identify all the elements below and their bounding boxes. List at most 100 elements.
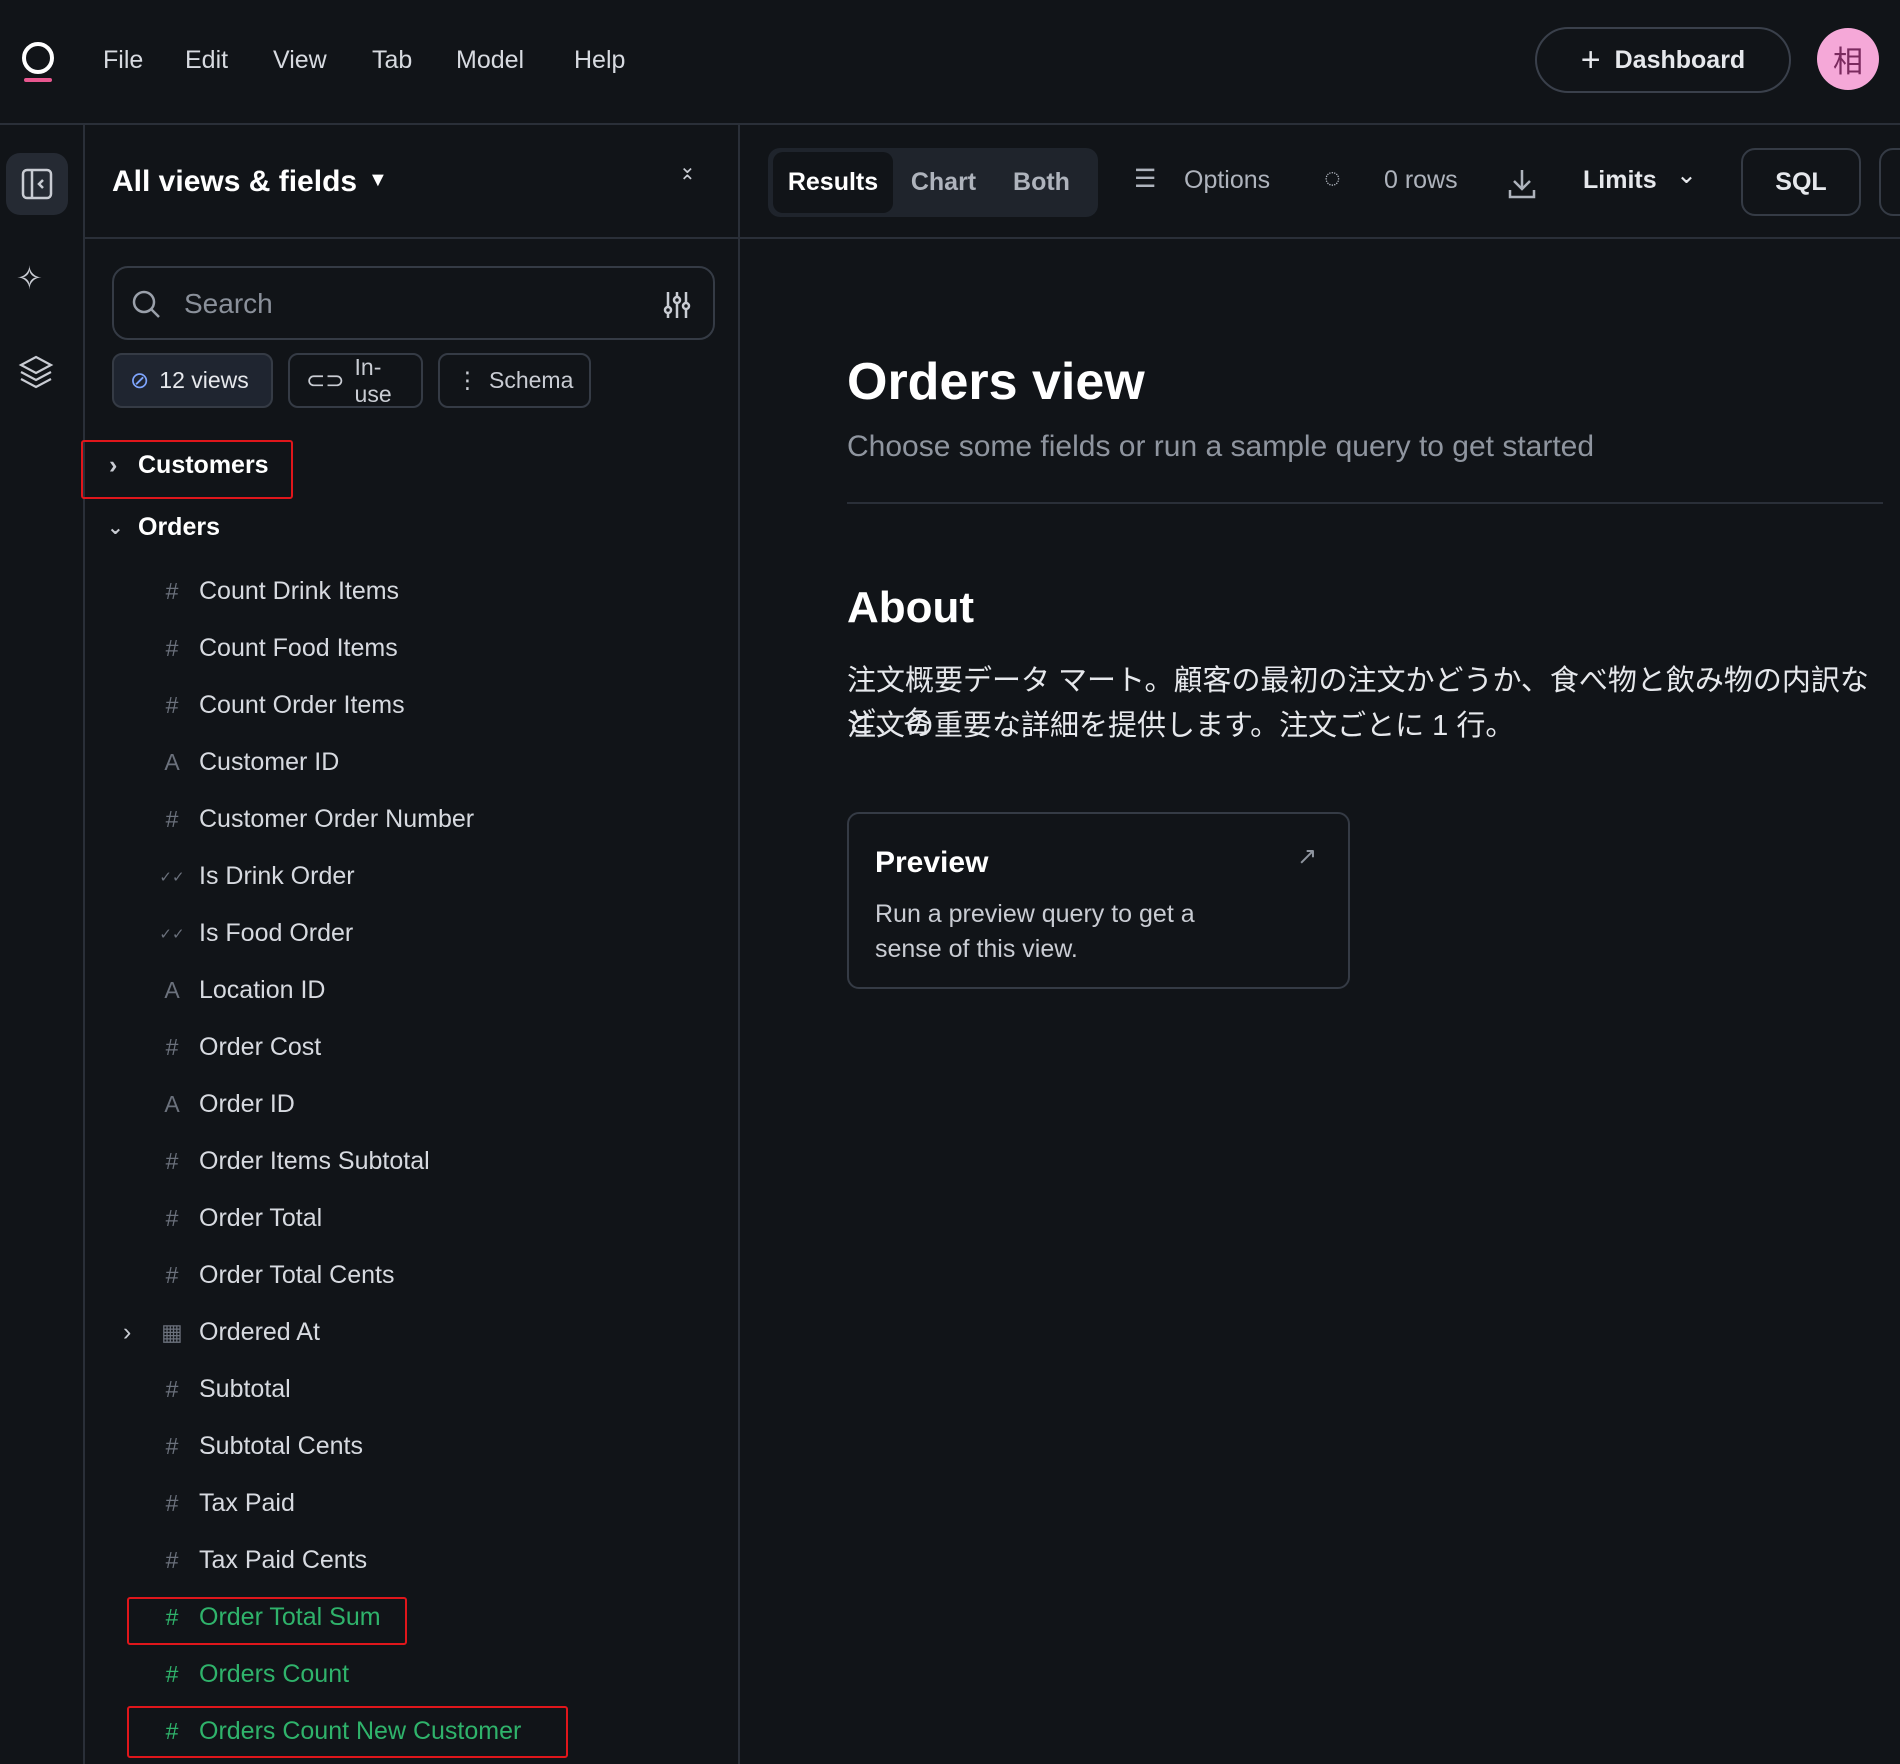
chip-label: In-use: [354, 353, 392, 407]
app-logo-icon[interactable]: [18, 40, 58, 86]
number-icon: #: [165, 1262, 179, 1288]
field-label: Location ID: [199, 976, 326, 1004]
field-label: Tax Paid Cents: [199, 1546, 368, 1574]
field-label: Customer Order Number: [199, 805, 475, 833]
field-label: Count Order Items: [199, 691, 405, 719]
measure-icon: #: [165, 1661, 179, 1687]
field-item[interactable]: # Subtotal Cents: [85, 1418, 740, 1475]
field-item[interactable]: # Tax Paid Cents: [85, 1532, 740, 1589]
search-input[interactable]: Search: [112, 266, 715, 340]
field-label: Subtotal: [199, 1375, 291, 1403]
number-icon: #: [165, 1034, 179, 1060]
sliders-icon: ☰: [1134, 165, 1157, 193]
field-label: Ordered At: [199, 1318, 320, 1346]
field-item[interactable]: A Location ID: [85, 962, 740, 1019]
field-item[interactable]: # Tax Paid: [85, 1475, 740, 1532]
field-label: Is Food Order: [199, 919, 354, 947]
menu-help[interactable]: Help: [574, 46, 625, 75]
tab-results[interactable]: Results: [773, 152, 893, 213]
about-heading: About: [847, 583, 975, 632]
field-item[interactable]: # Count Drink Items: [85, 563, 740, 620]
menu-view[interactable]: View: [273, 46, 327, 75]
chip-label: 12 views: [159, 367, 249, 393]
caret-down-icon[interactable]: ▼: [368, 169, 388, 192]
chevron-right-icon: ›: [109, 451, 118, 479]
field-label: Is Drink Order: [199, 862, 355, 890]
number-icon: #: [165, 635, 179, 661]
field-item[interactable]: # Order Total: [85, 1190, 740, 1247]
group-customers[interactable]: › Customers: [85, 437, 740, 494]
number-icon: #: [165, 1433, 179, 1459]
field-item[interactable]: ✓✓ Is Food Order: [85, 905, 740, 962]
limits-dropdown[interactable]: Limits: [1583, 166, 1657, 195]
calendar-icon: ▦: [161, 1319, 183, 1345]
collapse-all-icon[interactable]: ⌄ ⌃: [679, 157, 696, 193]
filter-sliders-icon[interactable]: [662, 290, 692, 320]
menu-model[interactable]: Model: [456, 46, 524, 75]
tab-both[interactable]: Both: [994, 152, 1089, 213]
preview-text-line-1: Run a preview query to get a: [875, 900, 1195, 928]
view-selector[interactable]: All views & fields: [112, 165, 357, 199]
schema-icon: ⋮: [456, 367, 479, 393]
field-label: Count Food Items: [199, 634, 398, 662]
menu-tab[interactable]: Tab: [372, 46, 412, 75]
page-subtitle: Choose some fields or run a sample query…: [847, 430, 1595, 463]
chevron-right-icon[interactable]: ›: [123, 1318, 131, 1347]
top-bar: File Edit View Tab Model Help + Dashboard…: [0, 0, 1900, 125]
chip-label: Schema: [489, 367, 574, 393]
chip-views[interactable]: ⊘ 12 views: [112, 353, 273, 408]
number-icon: #: [165, 1547, 179, 1573]
number-icon: #: [165, 578, 179, 604]
field-item[interactable]: # Customer Order Number: [85, 791, 740, 848]
field-item[interactable]: › ▦ Ordered At: [85, 1304, 740, 1361]
number-icon: #: [165, 1205, 179, 1231]
number-icon: #: [165, 1376, 179, 1402]
about-text-line-2: 注文の重要な詳細を提供します。注文ごとに 1 行。: [847, 710, 1515, 742]
field-label: Tax Paid: [199, 1489, 295, 1517]
preview-card[interactable]: Preview ↗ Run a preview query to get a s…: [847, 812, 1350, 989]
field-item[interactable]: # Order Items Subtotal: [85, 1133, 740, 1190]
preview-title: Preview: [875, 846, 989, 879]
search-placeholder: Search: [184, 288, 273, 319]
field-item[interactable]: # Order Total Cents: [85, 1247, 740, 1304]
group-orders[interactable]: ⌄ Orders: [85, 499, 740, 556]
chevron-down-icon[interactable]: ⌄: [1676, 160, 1697, 190]
number-icon: #: [165, 1148, 179, 1174]
boolean-icon: ✓✓: [159, 925, 185, 943]
avatar[interactable]: 相: [1817, 28, 1879, 90]
chat-sparkle-icon[interactable]: ◌: [1324, 162, 1341, 194]
field-item[interactable]: # Subtotal: [85, 1361, 740, 1418]
layers-icon[interactable]: [18, 353, 54, 389]
string-icon: A: [164, 977, 180, 1003]
view-mode-tabs: Results Chart Both: [768, 148, 1098, 217]
arrow-up-right-icon: ↗: [1297, 843, 1318, 870]
tab-chart[interactable]: Chart: [896, 152, 991, 213]
chip-in-use[interactable]: ⊂⊃ In-use: [288, 353, 423, 408]
field-item[interactable]: # Count Food Items: [85, 620, 740, 677]
options-button[interactable]: Options: [1184, 166, 1270, 195]
toggle-sidebar-button[interactable]: [6, 153, 68, 215]
chip-schema[interactable]: ⋮ Schema: [438, 353, 591, 408]
add-dashboard-button[interactable]: + Dashboard: [1535, 27, 1791, 93]
field-label: Subtotal Cents: [199, 1432, 363, 1460]
group-label: Orders: [138, 513, 220, 541]
field-item[interactable]: # Orders Count: [85, 1646, 740, 1703]
field-item[interactable]: # Count Order Items: [85, 677, 740, 734]
page-title: Orders view: [847, 353, 1145, 411]
menu-file[interactable]: File: [103, 46, 143, 75]
number-icon: #: [165, 692, 179, 718]
field-item[interactable]: A Customer ID: [85, 734, 740, 791]
field-label: Order Total Cents: [199, 1261, 395, 1289]
sparkles-icon[interactable]: ✧: [16, 259, 43, 297]
plus-icon: +: [1580, 40, 1601, 79]
field-item[interactable]: # Order Cost: [85, 1019, 740, 1076]
field-item[interactable]: ✓✓ Is Drink Order: [85, 848, 740, 905]
sidebar-collapse-icon: [21, 168, 53, 200]
run-button[interactable]: [1879, 148, 1900, 216]
sql-button[interactable]: SQL: [1741, 148, 1861, 216]
highlight-box: [127, 1706, 568, 1758]
eye-off-icon: ⊘: [130, 367, 150, 393]
menu-edit[interactable]: Edit: [185, 46, 228, 75]
download-icon[interactable]: [1507, 168, 1537, 200]
field-item[interactable]: A Order ID: [85, 1076, 740, 1133]
